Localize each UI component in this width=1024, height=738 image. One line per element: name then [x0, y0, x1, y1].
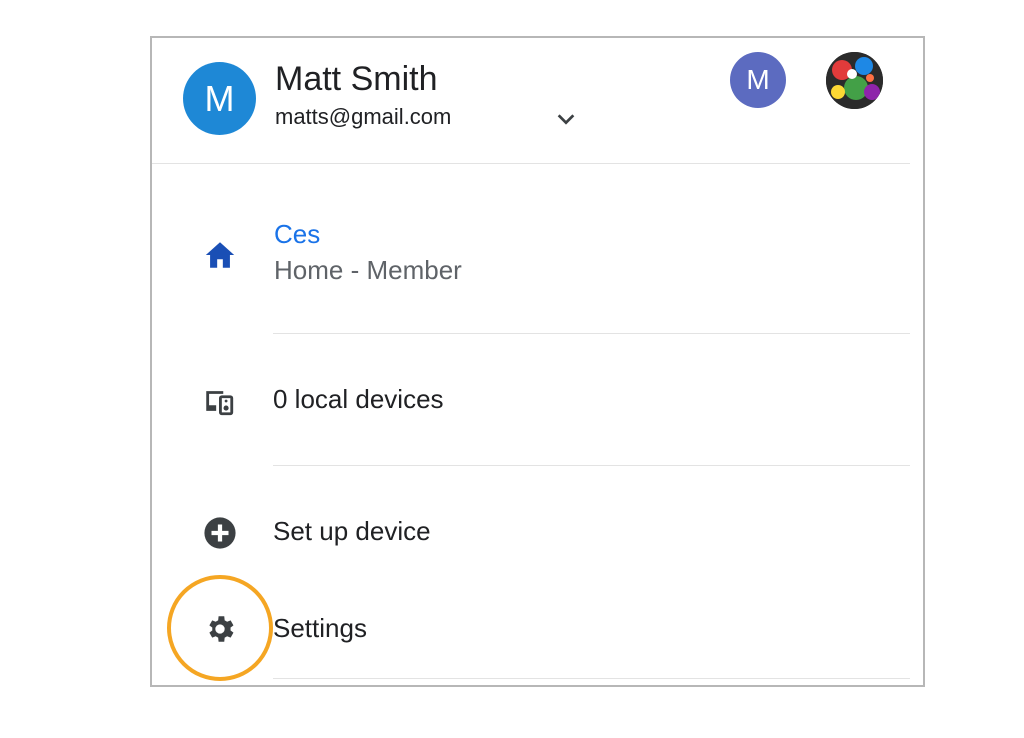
account-email: matts@gmail.com — [275, 104, 452, 129]
account-name: Matt Smith — [275, 60, 438, 98]
profile-photo-image — [826, 52, 883, 109]
local-devices-row[interactable] — [152, 365, 923, 435]
home-icon — [205, 242, 235, 268]
settings-divider — [273, 678, 910, 679]
profile-photo-avatar[interactable] — [826, 52, 883, 109]
gear-icon — [209, 616, 234, 642]
switch-account-avatar[interactable]: M — [730, 52, 786, 108]
account-avatar[interactable]: M — [183, 62, 256, 135]
settings-label: Settings — [273, 613, 367, 643]
settings-row[interactable] — [152, 598, 923, 662]
home-row[interactable] — [152, 205, 923, 305]
devices-icon — [206, 391, 234, 416]
account-avatar-letter: M — [204, 77, 235, 119]
chevron-down-icon[interactable] — [555, 108, 577, 130]
home-name: Ces — [274, 219, 321, 249]
setup-device-row[interactable] — [152, 498, 923, 564]
account-menu-panel — [150, 36, 925, 687]
local-devices-label: 0 local devices — [273, 384, 444, 414]
home-divider — [273, 333, 910, 334]
home-role: Home - Member — [274, 255, 462, 285]
setup-device-label: Set up device — [273, 516, 431, 546]
devices-divider — [273, 465, 910, 466]
add-circle-icon — [204, 517, 236, 549]
switch-account-avatar-letter: M — [746, 64, 770, 95]
header-divider — [152, 163, 910, 164]
